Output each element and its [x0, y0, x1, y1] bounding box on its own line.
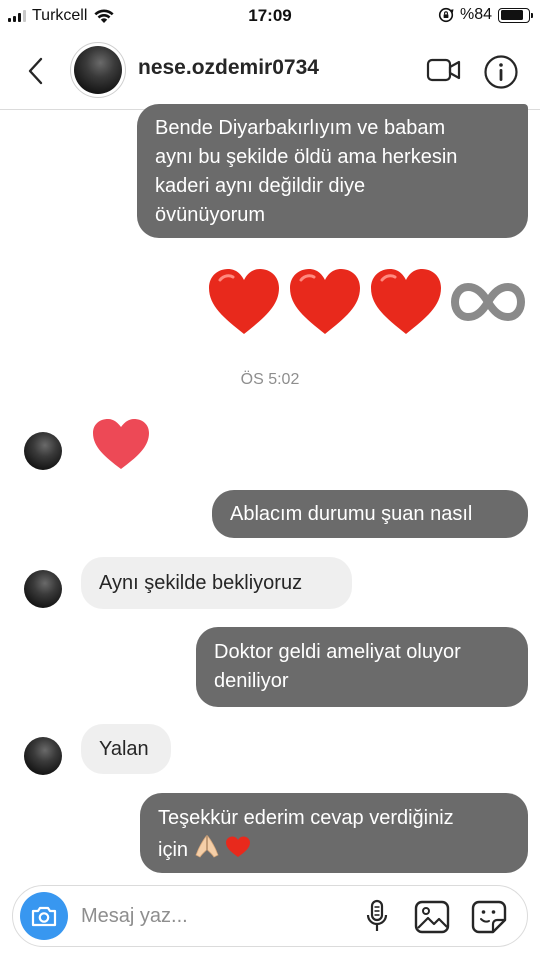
info-icon [484, 55, 518, 89]
sent-emoji-message[interactable] [206, 266, 530, 340]
message-text: Aynı şekilde bekliyoruz [99, 572, 303, 594]
gallery-icon [414, 900, 450, 934]
message-line: Doktor geldi ameliyat oluyor [214, 641, 461, 663]
battery-percent: %84 [459, 6, 492, 23]
camera-icon [31, 906, 57, 927]
heart-reaction-icon[interactable] [90, 416, 152, 472]
microphone-icon [366, 899, 388, 931]
red-heart-icon [371, 269, 441, 334]
gallery-button[interactable] [412, 898, 452, 936]
red-heart-icon [209, 269, 279, 334]
message-text: Ablacım durumu şuan nasıl [230, 503, 473, 525]
video-call-icon [426, 58, 461, 82]
sent-message[interactable]: Bende Diyarbakırlıyım ve babam aynı bu ş… [137, 104, 528, 238]
message-line: Bende Diyarbakırlıyım ve babam [155, 117, 446, 139]
received-message[interactable]: Aynı şekilde bekliyoruz [81, 557, 352, 609]
back-chevron-icon [28, 57, 43, 85]
message-input[interactable] [81, 900, 341, 932]
battery-icon [498, 7, 533, 23]
back-button[interactable] [20, 54, 50, 88]
sender-avatar[interactable] [24, 570, 62, 608]
status-bar: Turkcell 17:09 %84 [0, 0, 540, 32]
praying-hands-icon [195, 834, 219, 858]
sender-avatar[interactable] [24, 432, 62, 470]
chat-username[interactable]: nese.ozdemir0734 [138, 56, 319, 80]
sender-avatar[interactable] [24, 737, 62, 775]
microphone-button[interactable] [361, 898, 393, 936]
red-heart-icon [290, 269, 360, 334]
chat-header: nese.ozdemir0734 [0, 32, 540, 110]
profile-avatar[interactable] [70, 42, 126, 98]
video-call-button[interactable] [424, 52, 464, 88]
message-line: övünüyorum [155, 204, 266, 226]
camera-button[interactable] [20, 892, 68, 940]
message-line: Teşekkür ederim cevap verdiğiniz [158, 807, 454, 829]
message-text: Yalan [99, 738, 149, 760]
sent-message[interactable]: Doktor geldi ameliyat oluyor deniliyor [196, 627, 528, 707]
message-line: için [158, 839, 189, 861]
infinity-icon [450, 282, 526, 322]
info-button[interactable] [481, 52, 521, 92]
message-line: kaderi aynı değildir diye [155, 175, 366, 197]
sent-message[interactable]: Teşekkür ederim cevap verdiğiniz için [140, 793, 528, 873]
message-composer [12, 885, 528, 947]
sent-message[interactable]: Ablacım durumu şuan nasıl [212, 490, 528, 538]
message-line: aynı bu şekilde öldü ama herkesin [155, 146, 458, 168]
sticker-button[interactable] [469, 898, 509, 936]
received-message[interactable]: Yalan [81, 724, 171, 774]
message-line: deniliyor [214, 670, 289, 692]
sticker-icon [471, 900, 507, 934]
orientation-lock-icon [438, 7, 454, 23]
message-timestamp: ÖS 5:02 [240, 371, 300, 388]
red-heart-icon [226, 836, 251, 857]
